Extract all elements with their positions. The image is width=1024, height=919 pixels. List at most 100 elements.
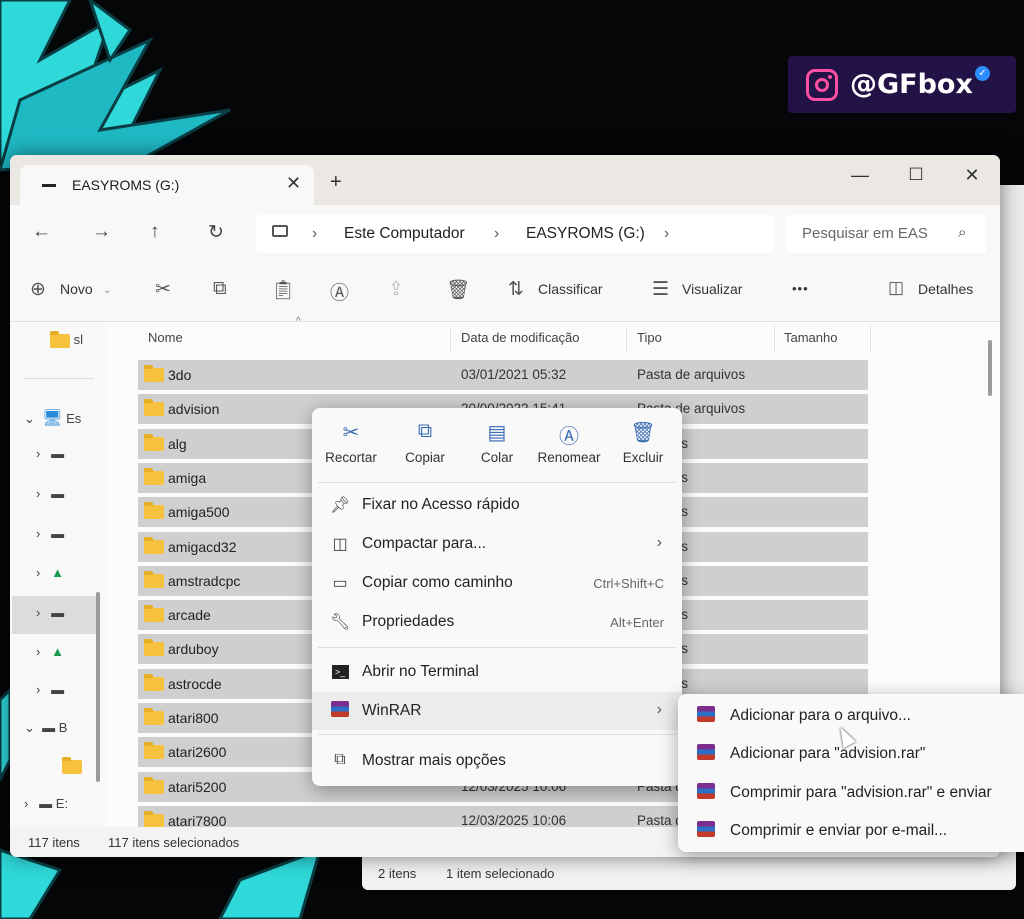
drive-icon: ▬ (51, 446, 65, 461)
sort-ascending-icon: ^ (296, 316, 301, 327)
search-input[interactable]: Pesquisar em EAS ⌕ (786, 215, 986, 253)
rename-icon[interactable]: Ⓐ (330, 278, 349, 305)
breadcrumb-chevron-icon[interactable]: › (664, 225, 669, 243)
winrar-icon (696, 744, 716, 765)
paste-icon: ▤ (487, 422, 507, 444)
breadcrumb-este-computador[interactable]: Este Computador (344, 225, 465, 243)
more-options-button[interactable]: ••• (792, 281, 809, 296)
rename-icon: Ⓐ (559, 426, 579, 448)
back-item-count: 2 itens (378, 866, 417, 881)
winrar-icon (696, 821, 716, 842)
column-divider (626, 326, 627, 352)
menu-item-winrar[interactable]: WinRAR › (312, 692, 682, 730)
menu-item-copy-path[interactable]: ▭ Copiar como caminho Ctrl+Shift+C (312, 564, 682, 602)
drive-icon (42, 184, 56, 187)
sidebar-item-b[interactable]: ⌄ ▬ B (24, 720, 67, 736)
delete-icon: 🗑︎ (630, 422, 656, 444)
sidebar-item-quick[interactable]: sl (50, 330, 83, 348)
up-arrow-icon[interactable]: ↑ (150, 221, 160, 243)
folder-icon (144, 502, 164, 520)
sort-icon[interactable]: ⇅ (508, 278, 524, 301)
cut-icon[interactable]: ✂ (155, 278, 171, 301)
sidebar-scrollbar[interactable] (96, 592, 100, 782)
folder-icon (144, 536, 164, 554)
submenu-compress-email[interactable]: Comprimir e enviar por e-mail... (678, 812, 1024, 850)
file-date: 03/01/2021 05:32 (461, 367, 567, 382)
item-count: 117 itens (28, 835, 80, 850)
sidebar-item-folder[interactable] (62, 756, 82, 774)
menu-separator (318, 647, 676, 648)
submenu-compress-and-send[interactable]: Comprimir para "advision.rar" e enviar (678, 774, 1024, 812)
sidebar-item-this-pc[interactable]: ⌄ 🖥︎ Es (24, 408, 81, 428)
menu-item-pin[interactable]: 📌︎ Fixar no Acesso rápido (312, 486, 682, 524)
winrar-icon (696, 783, 716, 804)
quick-action-cut[interactable]: ✂ Recortar (316, 420, 386, 465)
share-icon[interactable]: ⇪ (388, 278, 404, 301)
menu-item-properties[interactable]: 🔧︎ Propriedades Alt+Enter (312, 603, 682, 641)
sort-button[interactable]: Classificar (538, 281, 603, 297)
sidebar-item-google-drive-2[interactable]: › ▲ (36, 644, 64, 659)
quick-action-rename[interactable]: Ⓐ Renomear (534, 420, 604, 465)
winrar-submenu: Adicionar para o arquivo... Adicionar pa… (678, 694, 1024, 852)
details-pane-icon[interactable]: ◫ (888, 278, 904, 298)
sidebar-item-drive-1[interactable]: › ▬ (36, 446, 64, 461)
column-header-name[interactable]: Nome (148, 330, 183, 345)
delete-icon[interactable]: 🗑︎ (446, 278, 470, 302)
sidebar-item-google-drive-1[interactable]: › ▲ (36, 565, 64, 580)
new-button[interactable]: Novo (60, 281, 93, 297)
file-name: advision (168, 401, 220, 418)
view-button[interactable]: Visualizar (682, 281, 742, 297)
forward-arrow-icon[interactable]: → (92, 221, 111, 243)
folder-icon (144, 673, 164, 691)
sidebar-item-drive-4[interactable]: › ▬ (36, 682, 64, 697)
menu-item-terminal[interactable]: >_ Abrir no Terminal (312, 653, 682, 691)
breadcrumb-easyroms[interactable]: EASYROMS (G:) (526, 225, 645, 243)
verified-icon: ✓ (974, 66, 990, 81)
close-window-button[interactable]: ✕ (962, 165, 982, 186)
search-placeholder: Pesquisar em EAS (802, 225, 928, 242)
sidebar-item-drive-2[interactable]: › ▬ (36, 486, 64, 501)
minimize-button[interactable]: — (850, 165, 870, 186)
sidebar-item-drive-3[interactable]: › ▬ (36, 526, 64, 541)
menu-separator (318, 482, 676, 483)
folder-icon (144, 639, 164, 657)
paste-icon[interactable]: 📋︎ (271, 278, 295, 302)
submenu-add-to-archive[interactable]: Adicionar para o arquivo... (678, 697, 1024, 735)
file-name: atari800 (168, 710, 219, 726)
menu-item-more-options[interactable]: ⧉ Mostrar mais opções (312, 742, 682, 780)
quick-action-copy[interactable]: ⧉ Copiar (390, 420, 460, 465)
file-date: 12/03/2025 10:06 (461, 812, 567, 828)
file-name: arcade (168, 607, 211, 624)
new-tab-button[interactable]: + (330, 171, 342, 194)
new-icon[interactable]: ⊕ (30, 278, 46, 301)
view-icon[interactable]: ☰ (652, 278, 669, 301)
file-name: amiga (168, 469, 207, 486)
close-tab-icon[interactable]: ✕ (286, 173, 301, 194)
column-header-date[interactable]: Data de modificação (461, 330, 580, 345)
selected-count: 117 itens selecionados (108, 835, 240, 850)
quick-action-paste[interactable]: ▤ Colar (462, 420, 532, 465)
folder-icon (144, 605, 164, 623)
details-button[interactable]: Detalhes (918, 281, 973, 297)
sidebar-item-easyroms[interactable]: › ▬ (36, 605, 64, 620)
folder-icon (144, 776, 164, 794)
column-header-size[interactable]: Tamanho (784, 330, 837, 345)
quick-action-delete[interactable]: 🗑︎ Excluir (608, 420, 678, 465)
command-bar: ⊕ Novo ⌄ ✂ ⧉ 📋︎ Ⓐ ⇪ 🗑︎ ⇅ Classificar ☰ V… (10, 261, 1000, 322)
address-bar[interactable]: › Este Computador › EASYROMS (G:) › (256, 215, 774, 253)
file-list-scrollbar[interactable] (988, 340, 992, 396)
refresh-icon[interactable]: ↻ (208, 221, 224, 244)
sidebar-item-e[interactable]: › ▬ E: (24, 796, 68, 811)
menu-item-compress[interactable]: ◫ Compactar para... › (312, 525, 682, 563)
file-name: atari5200 (168, 778, 227, 795)
tab-easyroms[interactable]: EASYROMS (G:) ✕ (20, 165, 314, 205)
column-divider (870, 326, 871, 352)
maximize-button[interactable]: ☐ (906, 165, 926, 185)
copy-icon[interactable]: ⧉ (213, 278, 227, 300)
table-row[interactable]: 3do 03/01/2021 05:32 Pasta de arquivos (138, 360, 868, 390)
more-options-icon: ⧉ (334, 751, 346, 768)
copy-path-icon: ▭ (332, 575, 348, 592)
back-arrow-icon[interactable]: ← (32, 221, 51, 243)
google-drive-icon: ▲ (51, 565, 65, 580)
column-header-type[interactable]: Tipo (637, 330, 662, 345)
